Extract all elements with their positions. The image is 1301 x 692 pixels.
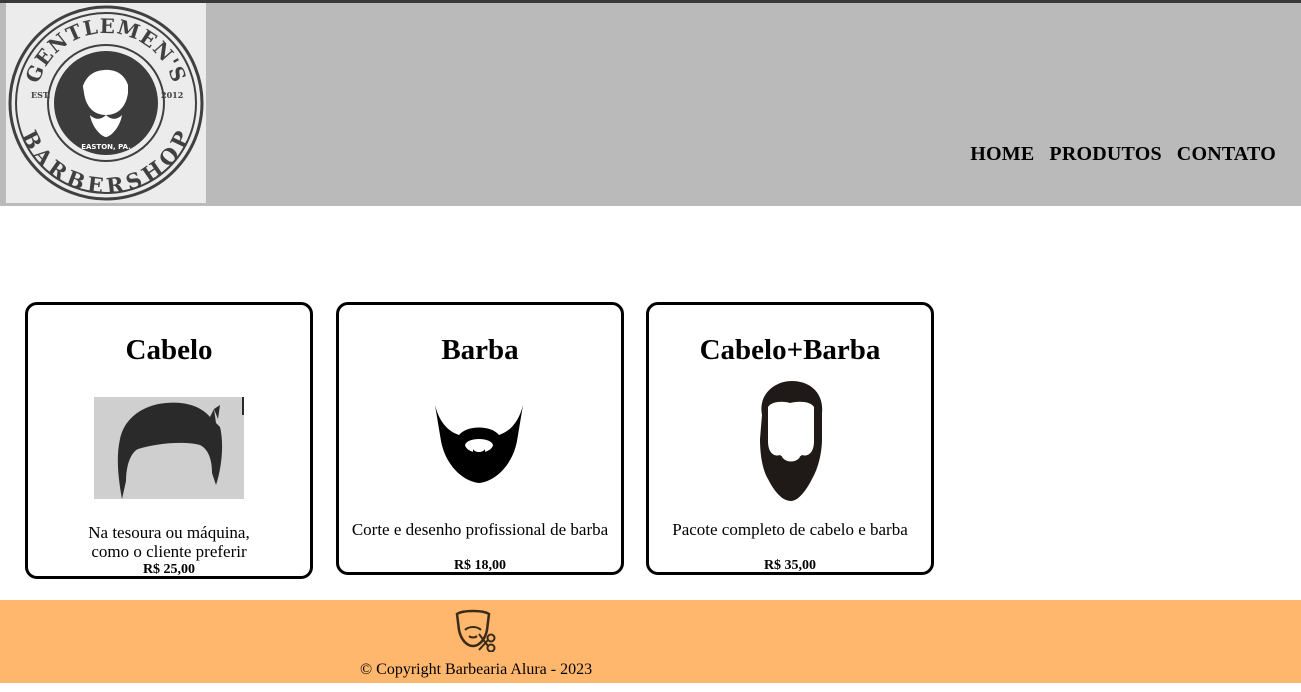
service-description: Na tesoura ou máquina, como o cliente pr… xyxy=(88,523,250,561)
copyright-text: © Copyright Barbearia Alura - 2023 xyxy=(360,661,593,678)
svg-text:EST.: EST. xyxy=(31,90,51,100)
nav-home[interactable]: HOME xyxy=(970,143,1034,166)
hair-image xyxy=(94,397,244,499)
svg-text:2012: 2012 xyxy=(161,90,183,100)
barbershop-logo[interactable]: GENTLEMEN'S BARBERSHOP EST. 2012 EASTON,… xyxy=(6,3,206,203)
site-header: GENTLEMEN'S BARBERSHOP EST. 2012 EASTON,… xyxy=(0,3,1301,206)
nav-produtos[interactable]: PRODUTOS xyxy=(1049,143,1161,166)
hair-beard-image xyxy=(756,379,826,503)
site-footer: © Copyright Barbearia Alura - 2023 xyxy=(0,600,1301,683)
beard-image xyxy=(431,401,527,487)
service-title: Cabelo+Barba xyxy=(699,334,881,366)
barber-scissors-icon xyxy=(453,608,499,653)
service-card-cabelo-barba[interactable]: Cabelo+Barba Pacote completo de cabelo e… xyxy=(646,302,934,575)
service-description: Corte e desenho profissional de barba xyxy=(351,520,609,539)
svg-text:EASTON, PA.: EASTON, PA. xyxy=(81,143,131,151)
nav-contato[interactable]: CONTATO xyxy=(1177,143,1276,166)
service-description: Pacote completo de cabelo e barba xyxy=(672,520,908,539)
service-price: R$ 18,00 xyxy=(453,558,507,573)
service-title: Barba xyxy=(441,334,519,366)
service-price: R$ 25,00 xyxy=(142,562,196,577)
main-nav: HOME PRODUTOS CONTATO xyxy=(970,143,1276,166)
service-card-cabelo[interactable]: Cabelo Na tesoura ou máquina, como o cli… xyxy=(25,302,313,579)
service-price: R$ 35,00 xyxy=(763,558,817,573)
service-title: Cabelo xyxy=(125,334,213,366)
service-card-barba[interactable]: Barba Corte e desenho profissional de ba… xyxy=(336,302,624,575)
